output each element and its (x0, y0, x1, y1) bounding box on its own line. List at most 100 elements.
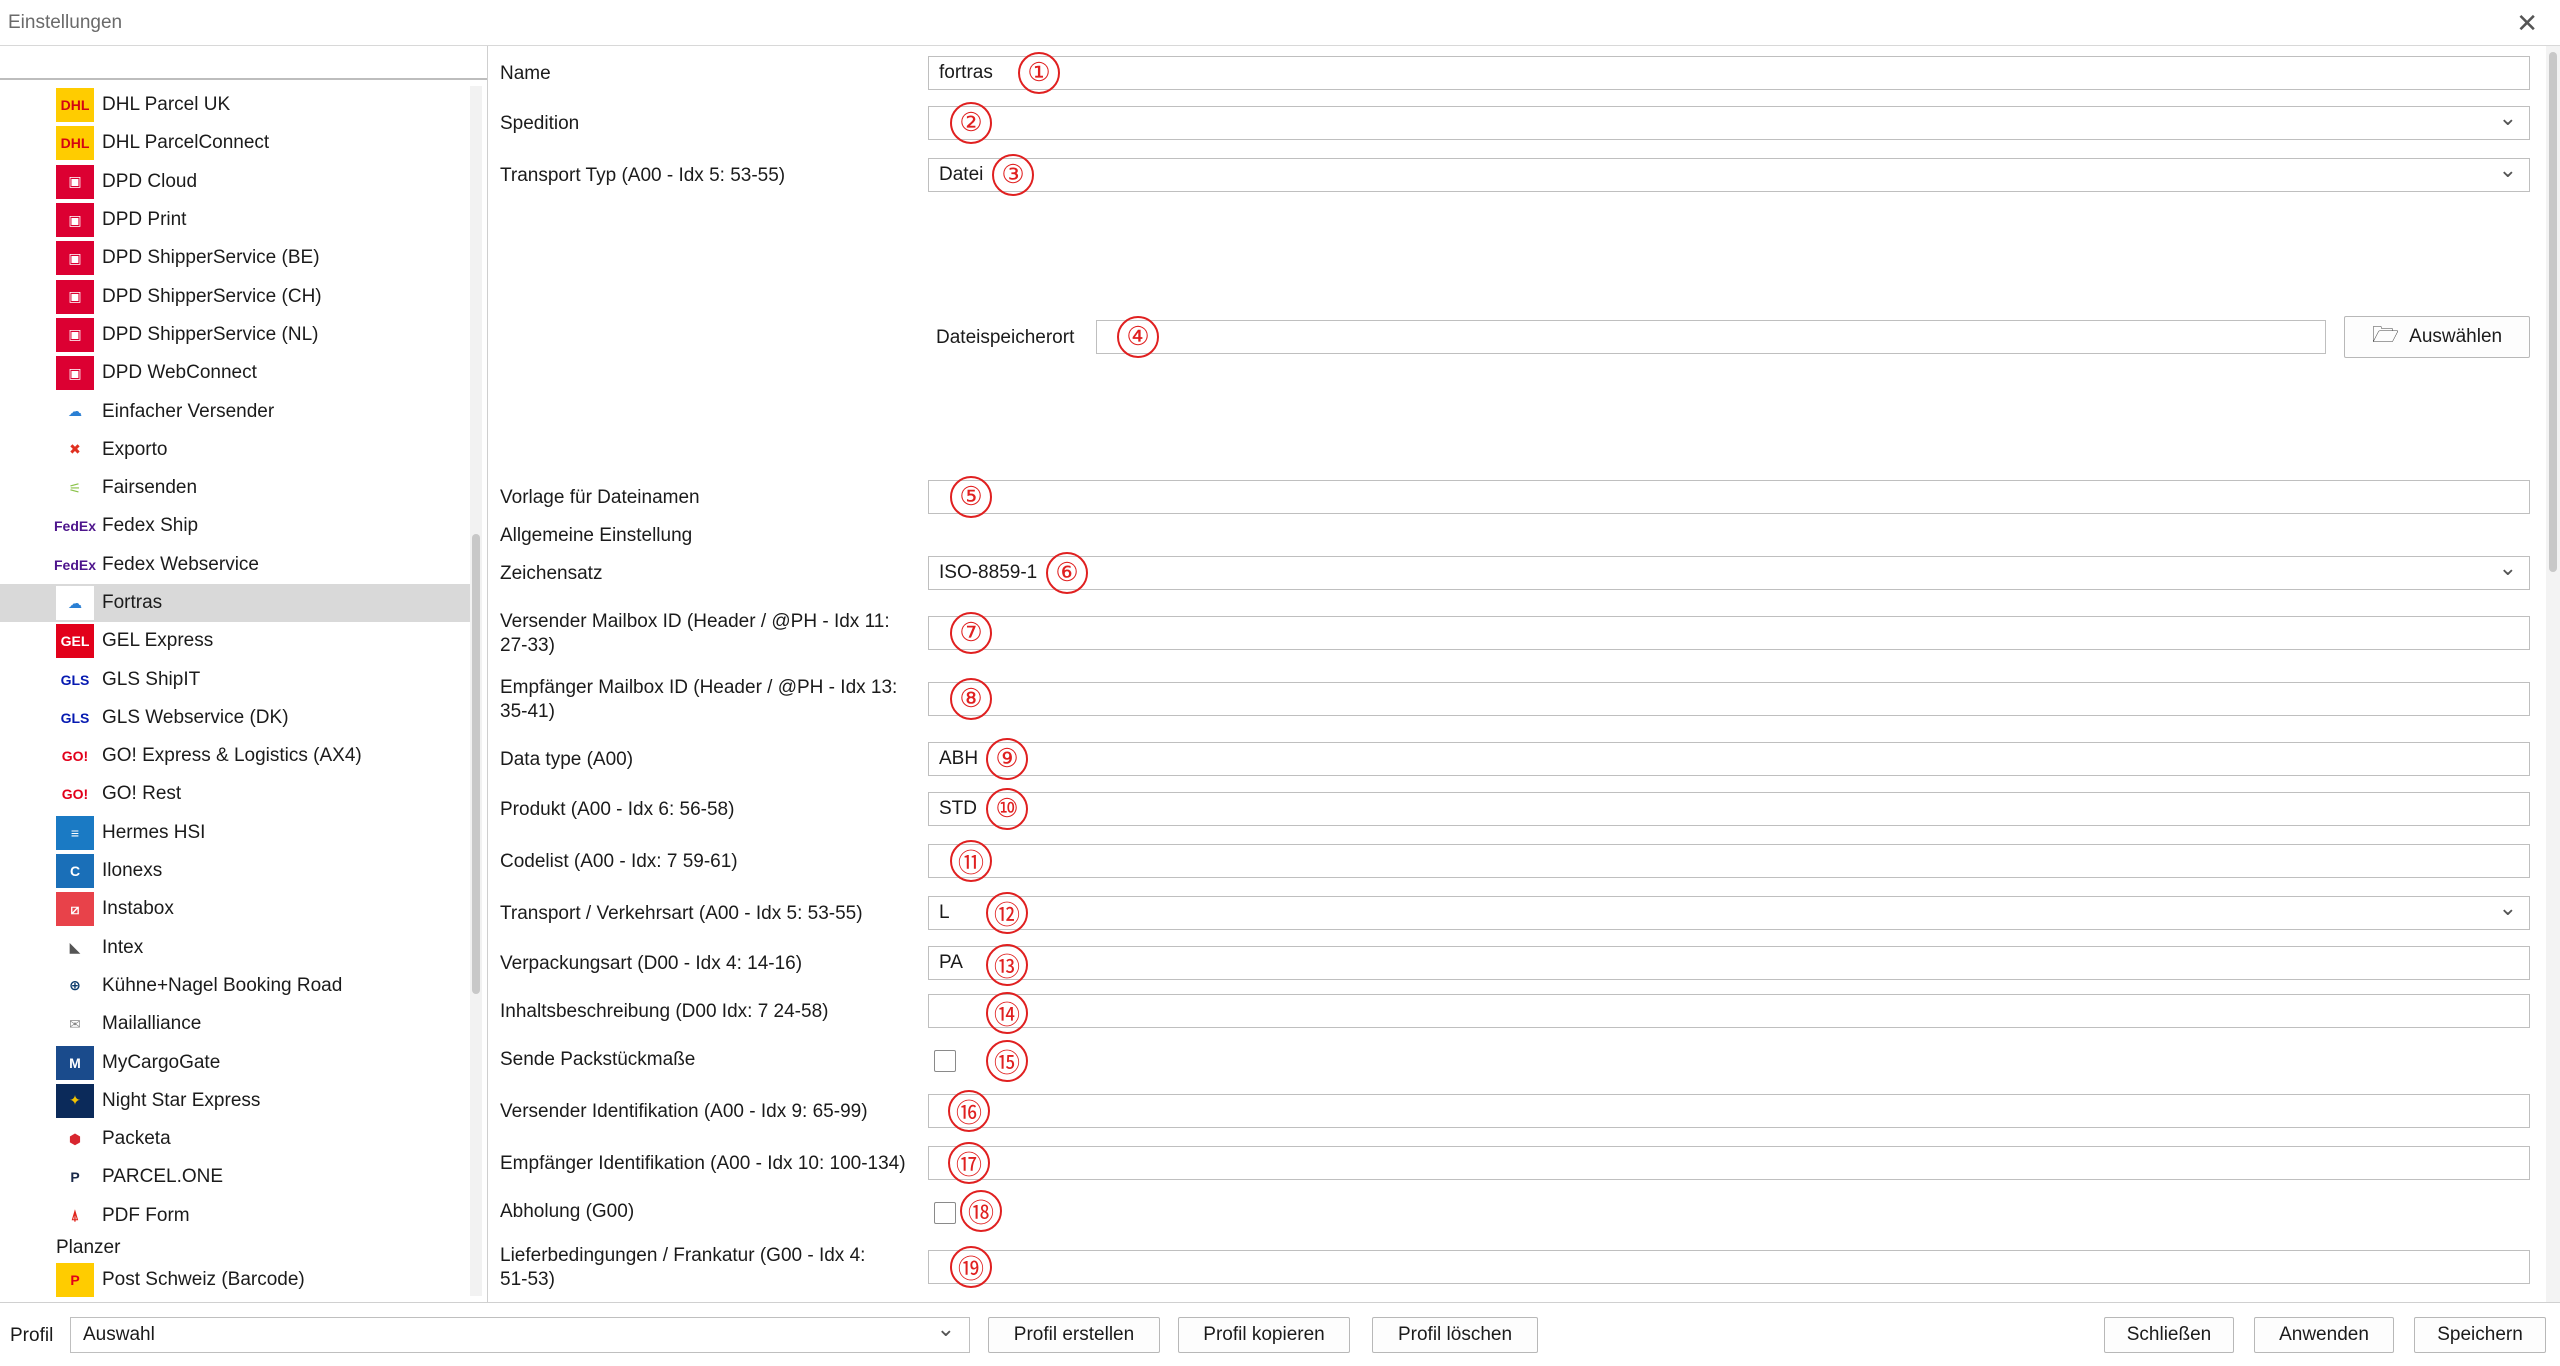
dpd-icon: ▣ (56, 164, 94, 199)
profil-kopieren-button[interactable]: Profil kopieren (1178, 1317, 1350, 1353)
empfaenger-mailbox-input[interactable] (928, 682, 2530, 716)
codelist-input[interactable] (928, 844, 2530, 878)
sidebar-item[interactable]: ☁ Fortras (0, 583, 470, 623)
sidebar-item[interactable]: ▣ DPD Print (0, 201, 470, 239)
marker-17: ⑰ (948, 1142, 990, 1184)
sidebar-item[interactable]: GLS GLS ShipIT (0, 660, 470, 698)
sidebar-item[interactable]: GLS GLS Webservice (DK) (0, 699, 470, 737)
sidebar-item[interactable]: GO! GO! Express & Logistics (AX4) (0, 737, 470, 775)
marker-11: ⑪ (950, 840, 992, 882)
sidebar-item[interactable]: ⊕ Kühne+Nagel Booking Road (0, 967, 470, 1005)
sidebar-item-label: Fedex Webservice (102, 553, 259, 575)
empfaenger-identifikation-input[interactable] (928, 1146, 2530, 1180)
mycargogate-icon: M (56, 1045, 94, 1080)
transport-typ-label: Transport Typ (A00 - Idx 5: 53-55) (500, 165, 786, 186)
go-icon: GO! (56, 777, 94, 812)
sidebar-item[interactable]: FedEx Fedex Webservice (0, 546, 470, 584)
sidebar-item[interactable]: ⬢ Packeta (0, 1120, 470, 1158)
verkehrsart-select[interactable]: L (928, 895, 2530, 930)
dpd-icon: ▣ (56, 279, 94, 314)
sidebar-item[interactable]: P PARCEL.ONE (0, 1158, 470, 1196)
abholung-checkbox[interactable] (934, 1202, 956, 1224)
sidebar-item[interactable]: ▣ DPD ShipperService (NL) (0, 316, 470, 354)
produkt-input[interactable]: STD (928, 792, 2530, 826)
sidebar-item-label: DPD ShipperService (BE) (102, 247, 320, 269)
inhaltsbeschreibung-input[interactable] (928, 994, 2530, 1028)
speichern-button[interactable]: Speichern (2414, 1317, 2546, 1353)
sidebar-item[interactable]: ≡ Hermes HSI (0, 814, 470, 852)
name-input[interactable]: fortras (928, 56, 2530, 90)
sidebar-item[interactable]: DHL DHL ParcelConnect (0, 124, 470, 162)
sidebar-item[interactable]: ✦ Night Star Express (0, 1082, 470, 1120)
data-type-value: ABH (939, 748, 979, 769)
form-scrollbar-thumb[interactable] (2549, 52, 2557, 572)
sidebar-scrollbar-thumb[interactable] (472, 534, 480, 994)
sidebar-group-planzer[interactable]: Planzer (0, 1235, 470, 1261)
profil-select[interactable]: Auswahl (70, 1316, 970, 1353)
schliessen-button[interactable]: Schließen (2104, 1317, 2234, 1353)
sidebar-item[interactable]: C Ilonexs (0, 852, 470, 890)
marker-10: ⑩ (986, 788, 1028, 830)
sidebar-item[interactable]: ▣ DPD ShipperService (CH) (0, 277, 470, 315)
sidebar-divider (0, 78, 487, 80)
sidebar-item-label: GLS Webservice (DK) (102, 706, 289, 728)
sidebar-item-label: GEL Express (102, 630, 214, 652)
marker-14: ⑭ (986, 992, 1028, 1034)
sidebar-item[interactable]: FedEx Fedex Ship (0, 507, 470, 545)
sidebar-item[interactable]: GEL GEL Express (0, 622, 470, 660)
sidebar-item[interactable]: ▣ DPD Cloud (0, 163, 470, 201)
hermes-icon: ≡ (56, 815, 94, 850)
post-schweiz-icon: P (56, 1263, 94, 1298)
sidebar-item[interactable]: ☁ Einfacher Versender (0, 392, 470, 430)
zeichensatz-select[interactable]: ISO-8859-1 (928, 555, 2530, 590)
empfaenger-identifikation-label: Empfänger Identifikation (A00 - Idx 10: … (500, 1153, 906, 1174)
sidebar-item[interactable]: ◣ Intex (0, 929, 470, 967)
sidebar-item-label: Kühne+Nagel Booking Road (102, 974, 343, 996)
produkt-label: Produkt (A00 - Idx 6: 56-58) (500, 799, 735, 820)
dateispeicherort-input[interactable] (1096, 320, 2326, 354)
sidebar-item[interactable]: ⧄ Instabox (0, 890, 470, 928)
transport-typ-select[interactable]: Datei (928, 157, 2530, 192)
sidebar-item[interactable]: P Post Schweiz (Barcode) (0, 1261, 470, 1299)
profil-erstellen-button[interactable]: Profil erstellen (988, 1317, 1160, 1353)
sidebar-item[interactable]: GO! GO! Rest (0, 775, 470, 813)
profil-label: Profil (10, 1325, 54, 1346)
ilonexs-icon: C (56, 854, 94, 889)
sidebar-item-label: DPD WebConnect (102, 362, 257, 384)
sidebar-item[interactable]: ▣ DPD ShipperService (BE) (0, 239, 470, 277)
empfaenger-mailbox-label-line2: 35-41) (500, 701, 555, 722)
sidebar-item[interactable]: ✖ Exporto (0, 431, 470, 469)
gel-icon: GEL (56, 624, 94, 659)
codelist-label: Codelist (A00 - Idx: 7 59-61) (500, 851, 738, 872)
gls-icon: GLS (56, 700, 94, 735)
exporto-icon: ✖ (56, 432, 94, 467)
sidebar-item-label: Mailalliance (102, 1013, 202, 1035)
sidebar-item-label: GLS ShipIT (102, 668, 201, 690)
data-type-input[interactable]: ABH (928, 742, 2530, 776)
lieferbedingungen-input[interactable] (928, 1250, 2530, 1284)
night-star-icon: ✦ (56, 1083, 94, 1118)
auswaehlen-button[interactable]: 🗁 Auswählen (2344, 316, 2530, 358)
packstueckmasse-checkbox[interactable] (934, 1050, 956, 1072)
anwenden-button[interactable]: Anwenden (2254, 1317, 2394, 1353)
sidebar-item-label: DPD Print (102, 209, 187, 231)
sidebar-item[interactable]: ▣ DPD WebConnect (0, 354, 470, 392)
spedition-select[interactable] (928, 105, 2530, 140)
sidebar-item[interactable]: M MyCargoGate (0, 1043, 470, 1081)
versender-mailbox-label-line1: Versender Mailbox ID (Header / @PH - Idx… (500, 611, 890, 632)
versender-identifikation-input[interactable] (928, 1094, 2530, 1128)
marker-5: ⑤ (950, 476, 992, 518)
verpackungsart-input[interactable]: PA (928, 946, 2530, 980)
sidebar-item[interactable]: ✉ Mailalliance (0, 1005, 470, 1043)
close-icon[interactable]: ✕ (2516, 8, 2538, 39)
versender-mailbox-input[interactable] (928, 616, 2530, 650)
sidebar-item[interactable]: ⍋ PDF Form (0, 1197, 470, 1235)
profil-select-value: Auswahl (83, 1324, 155, 1345)
fedex-icon: FedEx (54, 547, 96, 582)
profil-loeschen-button[interactable]: Profil löschen (1372, 1317, 1538, 1353)
sidebar-item[interactable]: DHL DHL Parcel UK (0, 86, 470, 124)
versender-mailbox-label-line2: 27-33) (500, 635, 555, 656)
vorlage-input[interactable] (928, 480, 2530, 514)
sidebar-item[interactable]: ⚟ Fairsenden (0, 469, 470, 507)
sidebar-item-label: DPD ShipperService (CH) (102, 285, 322, 307)
